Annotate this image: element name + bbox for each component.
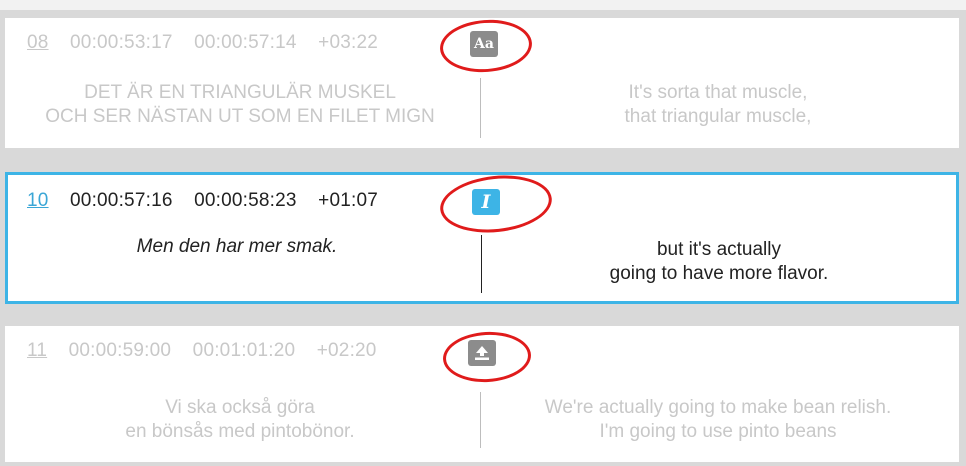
start-timecode: 00:00:57:16 [70,190,173,211]
row-number-link[interactable]: 11 [27,340,47,361]
target-line: but it's actually [656,239,782,260]
source-text[interactable]: DET ÄR EN TRIANGULÄR MUSKEL OCH SER NÄST… [5,81,475,129]
row-number-link[interactable]: 08 [27,32,49,53]
start-timecode: 00:00:59:00 [68,340,172,361]
column-divider [480,392,481,448]
text-case-icon[interactable]: Aa [470,31,498,57]
target-line: We're actually going to make bean relish… [544,397,892,418]
end-timecode: 00:00:58:23 [194,190,297,211]
upload-icon[interactable] [468,340,496,366]
subtitle-row-selected[interactable]: 10 00:00:57:16 00:00:58:23 +01:07 I Men … [5,172,959,304]
source-line: Men den har mer smak. [136,236,338,257]
source-text[interactable]: Men den har mer smak. [2,235,472,259]
target-text[interactable]: It's sorta that muscle, that triangular … [483,81,953,129]
column-divider [480,78,481,138]
end-timecode: 00:00:57:14 [194,32,297,53]
target-line: I'm going to use pinto beans [599,421,837,442]
row-header: 11 00:00:59:00 00:01:01:20 +02:20 [27,340,393,362]
row-header: 08 00:00:53:17 00:00:57:14 +03:22 [27,32,394,54]
duration: +03:22 [318,32,378,53]
upload-glyph [475,346,489,360]
source-text[interactable]: Vi ska också göra en bönsås med pintobön… [5,396,475,444]
column-divider [481,235,482,293]
target-line: It's sorta that muscle, [628,82,808,103]
target-text[interactable]: We're actually going to make bean relish… [483,396,953,444]
target-line: going to have more flavor. [609,263,829,284]
subtitle-row[interactable]: 11 00:00:59:00 00:01:01:20 +02:20 Vi ska… [5,326,959,462]
previous-row-strip [0,0,966,10]
source-line: OCH SER NÄSTAN UT SOM EN FILET MIGN [45,106,435,127]
duration: +01:07 [318,190,378,211]
row-number-link[interactable]: 10 [27,190,49,211]
target-line: that triangular muscle, [624,106,812,127]
end-timecode: 00:01:01:20 [192,340,296,361]
start-timecode: 00:00:53:17 [70,32,173,53]
target-text[interactable]: but it's actually going to have more fla… [484,238,954,286]
source-line: Vi ska också göra [165,397,315,418]
italic-icon[interactable]: I [472,189,500,215]
subtitle-row[interactable]: 08 00:00:53:17 00:00:57:14 +03:22 Aa DET… [5,18,959,148]
row-header: 10 00:00:57:16 00:00:58:23 +01:07 [27,190,394,212]
source-line: en bönsås med pintobönor. [125,421,355,442]
duration: +02:20 [316,340,377,361]
source-line: DET ÄR EN TRIANGULÄR MUSKEL [84,82,396,103]
